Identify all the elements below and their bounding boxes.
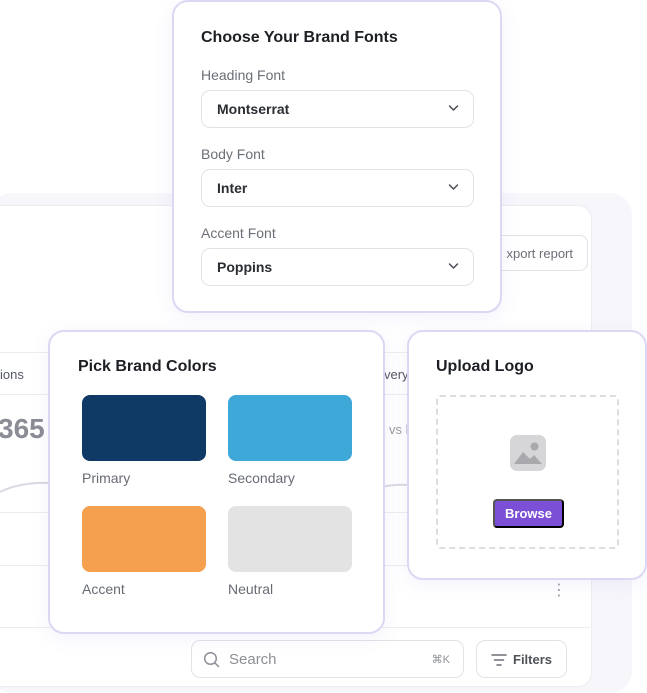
primary-color-label: Primary bbox=[82, 470, 131, 486]
heading-font-select[interactable]: Montserrat bbox=[201, 90, 474, 128]
chevron-down-icon bbox=[448, 105, 459, 111]
brand-fonts-card: Choose Your Brand Fonts Heading Font Mon… bbox=[172, 0, 502, 313]
card-title: Upload Logo bbox=[436, 358, 534, 375]
neutral-color-label: Neutral bbox=[228, 581, 274, 597]
logo-dropzone[interactable]: Browse bbox=[436, 395, 619, 549]
filter-icon bbox=[491, 654, 507, 666]
card-title: Choose Your Brand Fonts bbox=[201, 29, 398, 46]
search-icon bbox=[203, 651, 220, 668]
chevron-down-icon bbox=[448, 184, 459, 190]
filters-button[interactable]: Filters bbox=[476, 640, 567, 678]
accent-font-select[interactable]: Poppins bbox=[201, 248, 474, 286]
heading-font-value: Montserrat bbox=[217, 101, 290, 117]
secondary-color-swatch[interactable] bbox=[228, 395, 352, 461]
accent-font-value: Poppins bbox=[217, 259, 273, 275]
accent-font-label: Accent Font bbox=[201, 225, 276, 241]
neutral-color-swatch[interactable] bbox=[228, 506, 352, 572]
card-title: Pick Brand Colors bbox=[78, 358, 217, 375]
body-font-value: Inter bbox=[217, 180, 248, 196]
metric-value: 365 bbox=[0, 413, 45, 444]
keyboard-shortcut: ⌘K bbox=[431, 654, 450, 666]
filters-label: Filters bbox=[513, 652, 553, 667]
primary-color-swatch[interactable] bbox=[82, 395, 206, 461]
kebab-menu-icon[interactable]: ⋮ bbox=[551, 583, 567, 599]
search-placeholder: Search bbox=[229, 651, 277, 668]
chevron-down-icon bbox=[448, 263, 459, 269]
heading-font-label: Heading Font bbox=[201, 67, 286, 83]
column-header: ions bbox=[0, 367, 24, 382]
browse-button[interactable]: Browse bbox=[493, 499, 564, 528]
image-icon bbox=[510, 435, 546, 471]
upload-logo-card: Upload Logo Browse bbox=[407, 330, 647, 580]
secondary-color-label: Secondary bbox=[228, 470, 295, 486]
accent-color-swatch[interactable] bbox=[82, 506, 206, 572]
body-font-select[interactable]: Inter bbox=[201, 169, 474, 207]
search-input[interactable]: Search ⌘K bbox=[191, 640, 464, 678]
brand-colors-card: Pick Brand Colors Primary Secondary Acce… bbox=[48, 330, 385, 634]
body-font-label: Body Font bbox=[201, 146, 265, 162]
column-header: very bbox=[384, 367, 409, 382]
metric-comparison: vs l bbox=[389, 422, 409, 437]
accent-color-label: Accent bbox=[82, 581, 125, 597]
